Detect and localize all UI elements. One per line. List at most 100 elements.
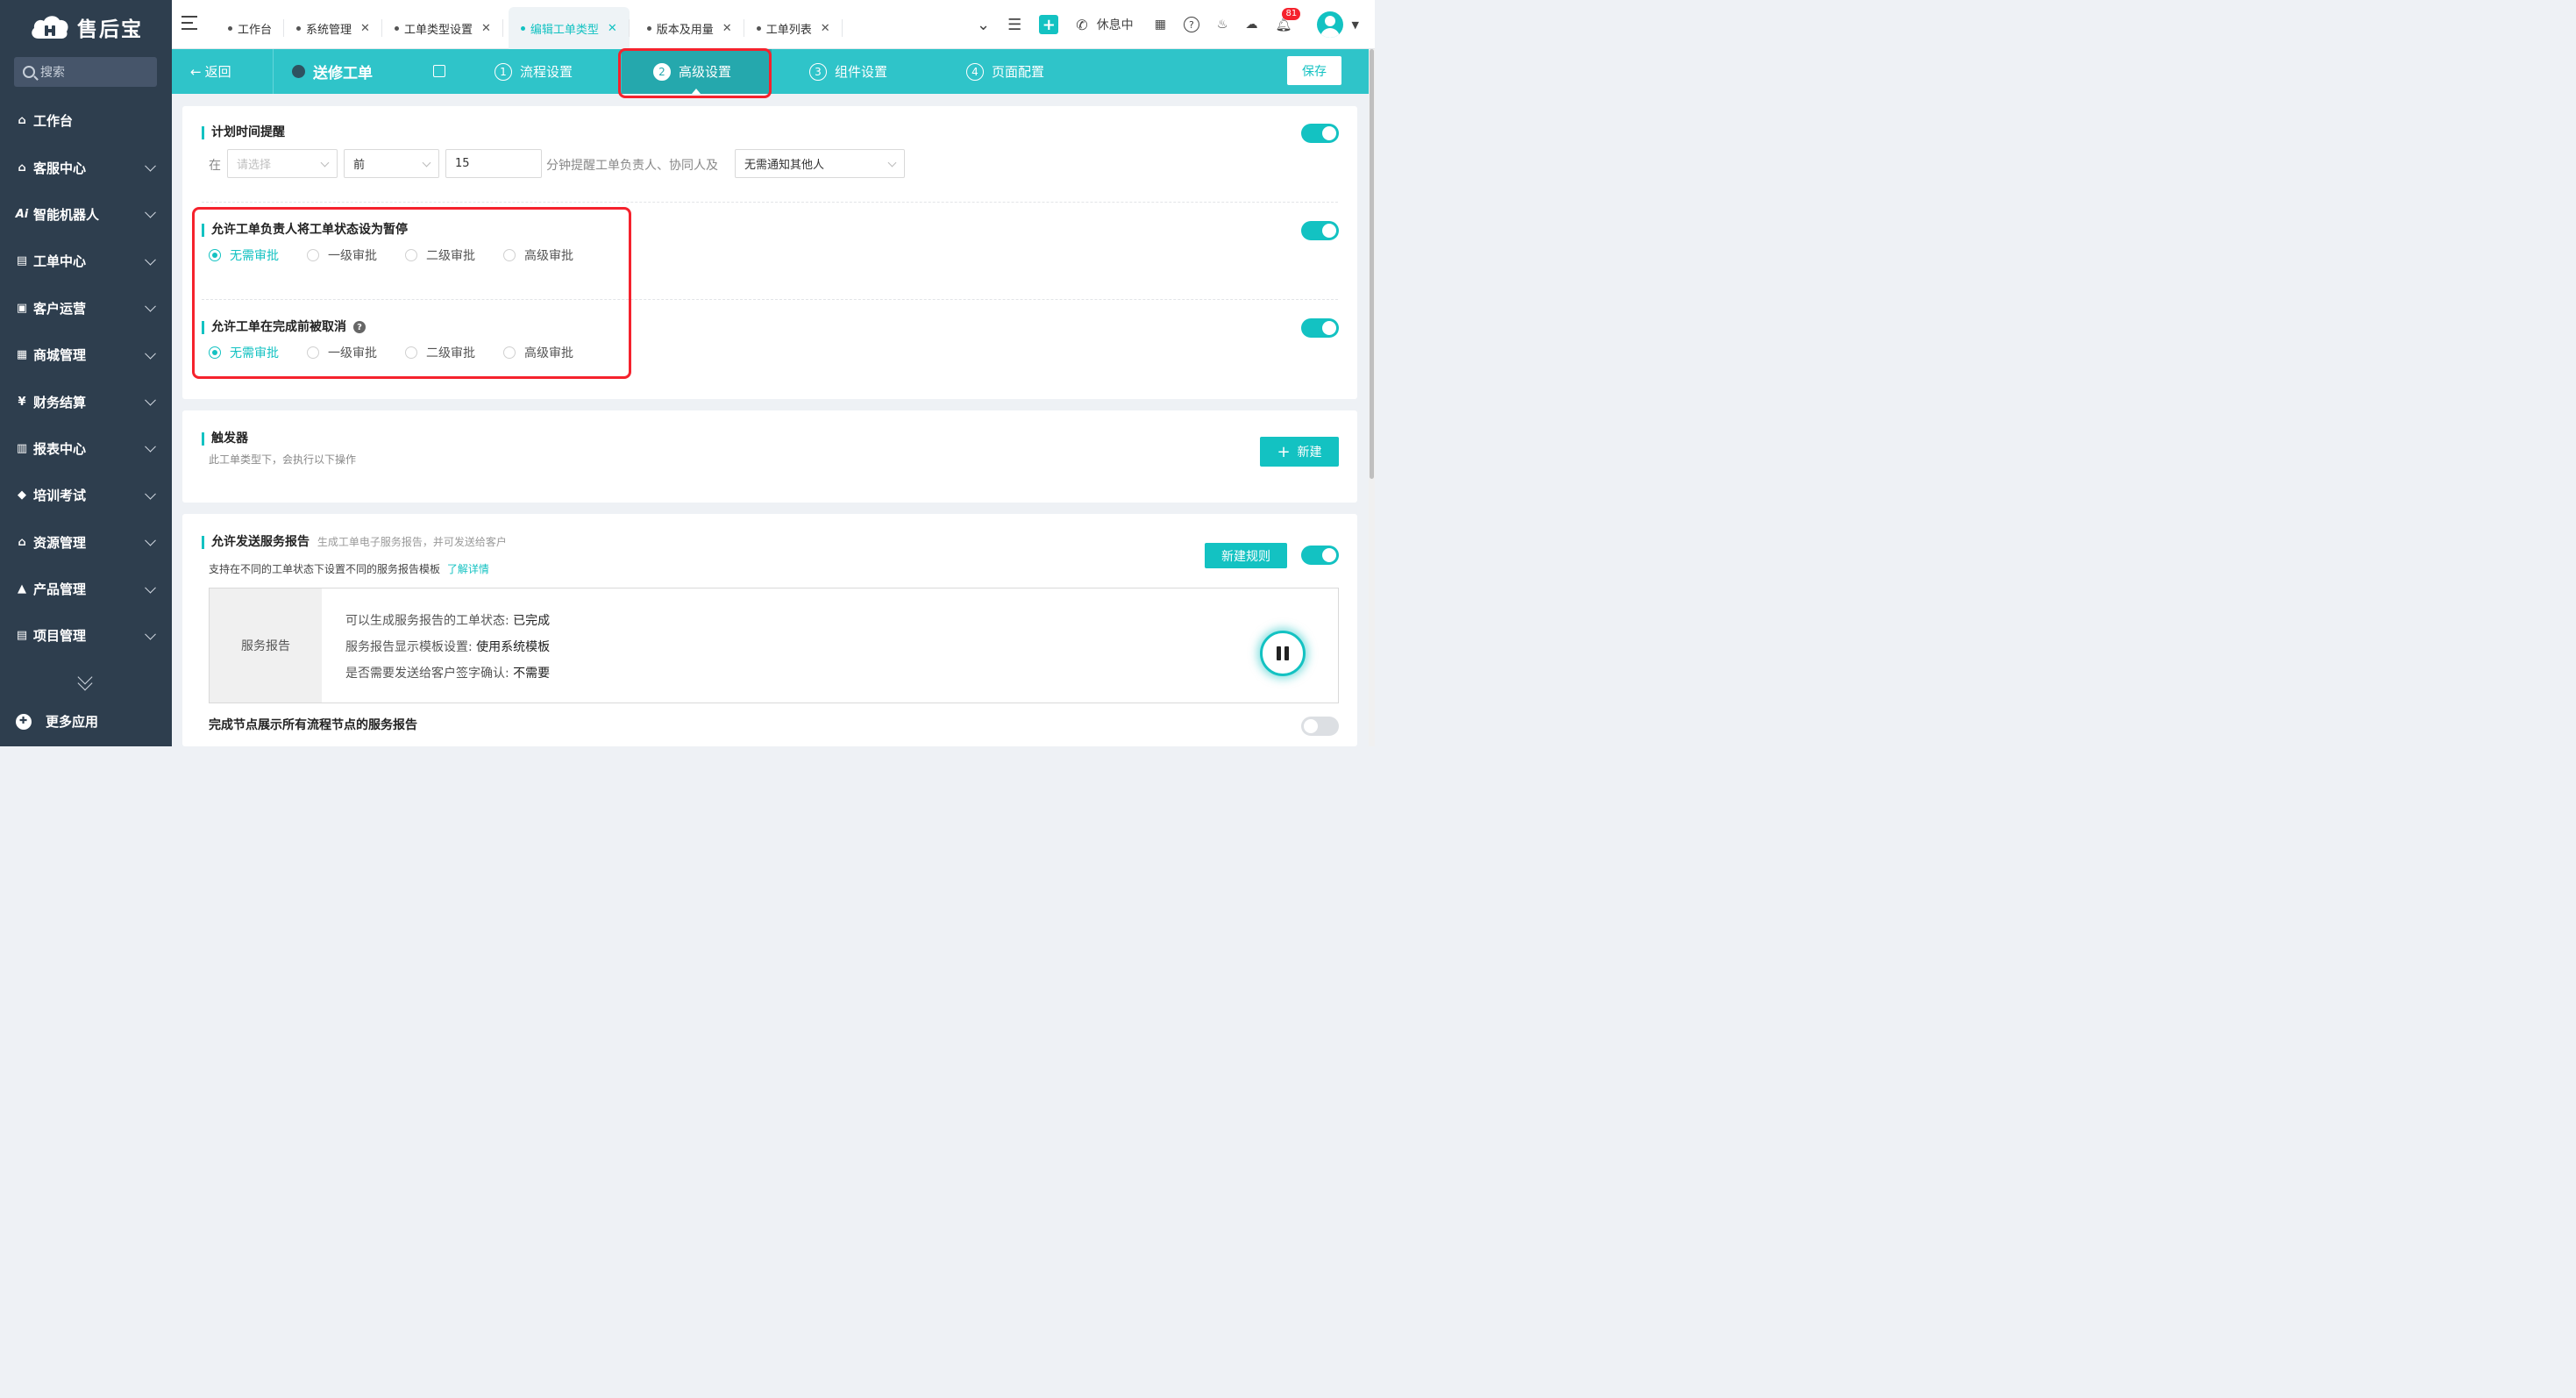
reminder-middle-text: 分钟提醒工单负责人、协同人及 [546,159,718,173]
sidebar-item-report[interactable]: ▥ 报表中心 [0,425,172,472]
tab-label: 系统管理 [306,23,352,37]
status-text: 休息中 [1096,18,1134,32]
sidebar-item-resource[interactable]: ⌂ 资源管理 [0,519,172,566]
radio-label: 高级审批 [524,249,573,263]
close-icon[interactable]: ✕ [481,22,491,35]
help-icon[interactable]: ? [353,321,366,333]
step-number: 1 [495,62,512,81]
sidebar-item-label: 工作台 [33,113,74,130]
reminder-toggle[interactable] [1301,124,1339,143]
step-flow-settings[interactable]: 1 流程设置 [495,49,573,94]
close-icon[interactable]: ✕ [821,22,830,35]
learn-more-link[interactable]: 了解详情 [447,563,489,575]
pause-toggle[interactable] [1301,221,1339,240]
step-advanced-settings[interactable]: 2 高级设置 [622,49,772,94]
tab-dot [296,25,302,31]
select-value: 前 [353,159,366,172]
tab-workbench[interactable]: 工作台 [216,7,285,49]
line-value: 使用系统模板 [476,640,551,654]
calendar-icon[interactable]: ▦ [1155,18,1166,32]
sidebar-item-ticket[interactable]: ▤ 工单中心 [0,238,172,284]
edit-icon[interactable] [433,65,445,77]
add-icon[interactable]: + [1039,15,1059,34]
pause-radio-none[interactable]: 无需审批 [209,246,279,264]
step-component-settings[interactable]: 3 组件设置 [809,49,887,94]
sidebar-item-customer[interactable]: ▣ 客户运营 [0,285,172,332]
reminder-prefix: 在 [209,159,221,173]
sidebar-search[interactable]: 搜索 [14,57,157,87]
user-menu[interactable]: ▼ [1316,11,1359,38]
line-key: 可以生成服务报告的工单状态: [345,614,514,628]
cancel-radio-level1[interactable]: 一级审批 [307,344,377,361]
phone-status[interactable]: ✆ 休息中 [1076,16,1133,33]
close-icon[interactable]: ✕ [360,22,370,35]
scrollbar[interactable] [1369,49,1375,746]
page-tabs: 工作台 系统管理 ✕ 工单类型设置 ✕ 编辑工单类型 ✕ 版本及用量 ✕ 工单列… [216,7,843,49]
chevron-down-icon[interactable]: ⌄ [977,16,990,34]
reminder-time-select[interactable]: 请选择 [227,149,338,178]
sidebar-item-robot[interactable]: Ai 智能机器人 [0,191,172,238]
pause-radio-level1[interactable]: 一级审批 [307,246,377,264]
top-bar: 工作台 系统管理 ✕ 工单类型设置 ✕ 编辑工单类型 ✕ 版本及用量 ✕ 工单列… [172,0,1375,49]
sidebar-item-project[interactable]: ▤ 项目管理 [0,612,172,659]
node-display-toggle[interactable] [1301,717,1339,736]
sidebar-item-finance[interactable]: ¥ 财务结算 [0,378,172,424]
chevron-down-icon [145,301,156,312]
reminder-before-select[interactable]: 前 [344,149,439,178]
notification-bell[interactable]: 🔔︎ 81 [1275,8,1301,32]
sidebar-item-label: 工单中心 [33,253,87,270]
expand-more-icon[interactable] [77,669,94,691]
settings-card: 计划时间提醒 在 请选择 前 15 分钟提醒工单负责人、协同人及 无需通知其他人… [182,106,1357,399]
tab-version-usage[interactable]: 版本及用量 ✕ [635,7,744,49]
close-icon[interactable]: ✕ [722,22,732,35]
tab-dot [646,25,651,31]
divider [202,299,1338,300]
list-menu-icon[interactable]: ☰ [1007,16,1021,34]
step-page-config[interactable]: 4 页面配置 [966,49,1044,94]
report-rule-box[interactable]: 服务报告 可以生成服务报告的工单状态: 已完成 服务报告显示模板设置: 使用系统… [209,588,1339,703]
search-placeholder: 搜索 [40,66,65,80]
line-key: 服务报告显示模板设置: [345,640,477,654]
chart-icon: ▥ [16,441,28,455]
tab-edit-ticket-type[interactable]: 编辑工单类型 ✕ [508,7,630,49]
trigger-card: 触发器 此工单类型下，会执行以下操作 + 新建 [182,410,1357,503]
sidebar-item-workbench[interactable]: ⌂ 工作台 [0,97,172,144]
menu-toggle-icon[interactable] [181,16,199,30]
cancel-radio-level2[interactable]: 二级审批 [405,344,475,361]
close-icon[interactable]: ✕ [608,22,617,35]
cancel-toggle[interactable] [1301,318,1339,338]
save-button[interactable]: 保存 [1287,56,1341,85]
sidebar-item-label: 财务结算 [33,394,87,410]
sidebar-item-service[interactable]: ⌂ 客服中心 [0,144,172,190]
pause-approval-group: 无需审批 一级审批 二级审批 高级审批 [209,246,601,264]
sidebar-item-product[interactable]: ▲ 产品管理 [0,566,172,612]
step-label: 高级设置 [679,64,732,80]
tab-ticket-type-settings[interactable]: 工单类型设置 ✕ [382,7,503,49]
resource-icon: ⌂ [18,535,26,549]
pause-radio-level2[interactable]: 二级审批 [405,246,475,264]
reminder-notify-select[interactable]: 无需通知其他人 [735,149,905,178]
more-apps-label: 更多应用 [46,714,99,730]
cloud-download-icon[interactable]: ☁ [1245,18,1257,32]
reminder-minutes-input[interactable]: 15 [445,149,542,178]
report-toggle[interactable] [1301,546,1339,565]
pause-radio-advanced[interactable]: 高级审批 [503,246,573,264]
more-apps-button[interactable]: 更多应用 [16,712,98,731]
back-button[interactable]: ← 返回 [172,49,274,94]
tab-system[interactable]: 系统管理 ✕ [284,7,382,49]
app-logo[interactable]: 售后宝 [0,0,172,54]
tab-ticket-list[interactable]: 工单列表 ✕ [744,7,843,49]
button-label: 新建 [1297,446,1322,460]
new-rule-button[interactable]: 新建规则 [1205,543,1287,568]
radio-label: 一级审批 [328,249,377,263]
new-trigger-button[interactable]: + 新建 [1260,437,1339,467]
help-icon[interactable]: ? [1183,17,1199,32]
store-icon: ▦ [16,348,28,362]
cancel-radio-none[interactable]: 无需审批 [209,344,279,361]
floating-pause-button[interactable] [1260,631,1306,676]
sidebar-item-store[interactable]: ▦ 商城管理 [0,332,172,378]
sidebar-item-training[interactable]: ◆ 培训考试 [0,472,172,518]
ticket-type-name: 送修工单 [292,49,373,94]
cancel-radio-advanced[interactable]: 高级审批 [503,344,573,361]
fire-icon[interactable]: ♨ [1217,18,1228,32]
